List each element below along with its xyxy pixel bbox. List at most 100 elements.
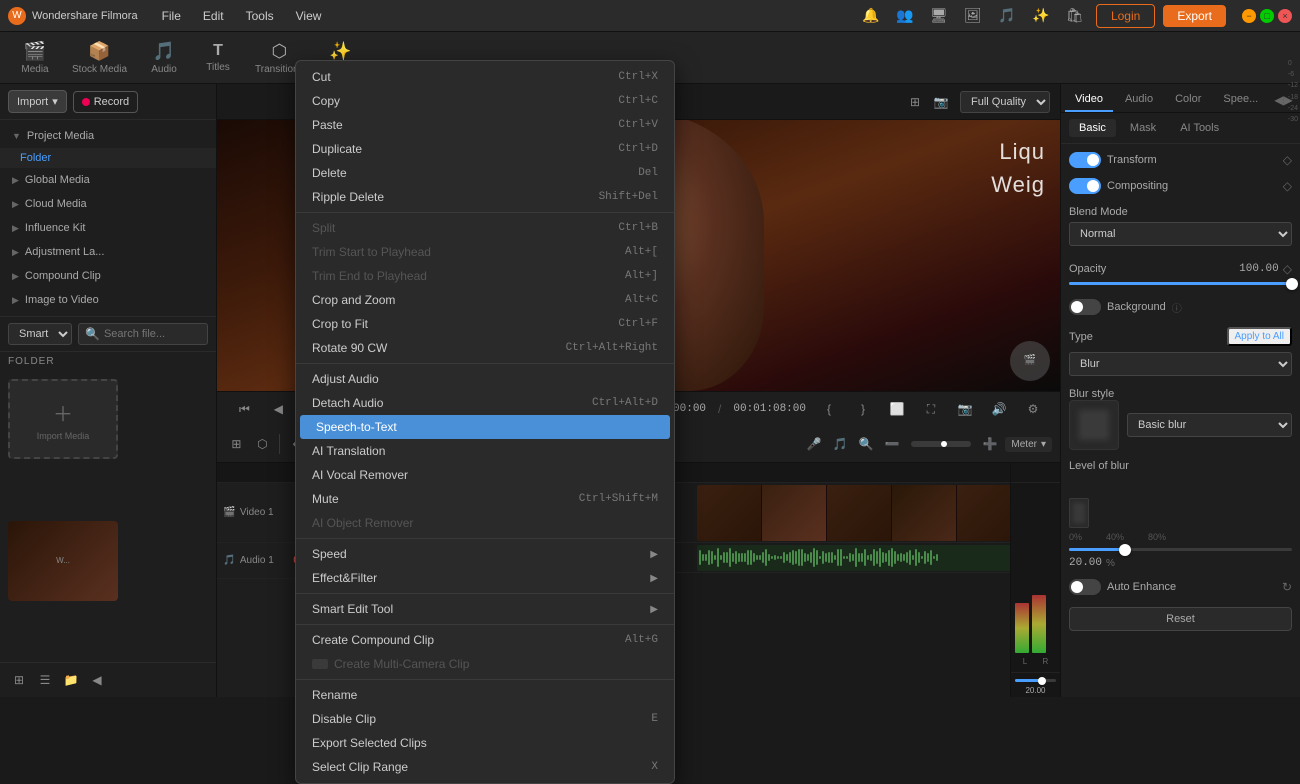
mic-icon[interactable]: 🎤 (803, 433, 825, 455)
minimize-button[interactable]: − (1242, 9, 1256, 23)
subtab-basic[interactable]: Basic (1069, 119, 1116, 137)
maximize-button[interactable]: □ (1260, 9, 1274, 23)
fit-screen-icon[interactable]: ⊞ (904, 91, 926, 113)
ctx-crop-fit[interactable]: Crop to Fit Ctrl+F (296, 312, 674, 336)
blur-style-select[interactable]: Basic blur Bokeh (1127, 413, 1292, 437)
meter-slider[interactable] (1015, 679, 1056, 682)
collapse-icon[interactable]: ◀ (86, 669, 108, 691)
audio-clip-2[interactable] (697, 545, 1010, 571)
ctx-ai-translation[interactable]: AI Translation (296, 439, 674, 463)
meter-toggle[interactable]: Meter ▾ (1005, 437, 1052, 452)
sidebar-folder-item[interactable]: Folder (0, 148, 216, 168)
ctx-ripple-delete[interactable]: Ripple Delete Shift+Del (296, 185, 674, 209)
export-button[interactable]: Export (1163, 5, 1226, 27)
zoom-slider[interactable] (911, 441, 971, 447)
ctx-adjust-audio[interactable]: Adjust Audio (296, 367, 674, 391)
tab-audio[interactable]: Audio (1115, 88, 1163, 112)
sidebar-item-image-to-video[interactable]: ▶ Image to Video (0, 288, 216, 312)
sidebar-item-adjustment-layer[interactable]: ▶ Adjustment La... (0, 240, 216, 264)
opacity-slider[interactable] (1069, 282, 1292, 285)
fullscreen-icon[interactable]: ⛶ (920, 398, 942, 420)
extract-icon[interactable]: ⬜ (886, 398, 908, 420)
background-info-icon[interactable]: ⓘ (1172, 300, 1182, 315)
apply-to-all-button[interactable]: Apply to All (1227, 327, 1292, 346)
tab-video[interactable]: Video (1065, 88, 1113, 112)
tab-speed[interactable]: Spee... (1213, 88, 1268, 112)
ctx-effect-filter[interactable]: Effect&Filter ▶ (296, 566, 674, 590)
background-toggle[interactable] (1069, 299, 1101, 315)
background-type-select[interactable]: Blur Color Image (1069, 352, 1292, 376)
effects-icon[interactable]: ✨ (1028, 3, 1054, 29)
ctx-ai-vocal-remover[interactable]: AI Vocal Remover (296, 463, 674, 487)
ctx-detach-audio[interactable]: Detach Audio Ctrl+Alt+D (296, 391, 674, 415)
frame-back-icon[interactable]: ◀ (267, 398, 289, 420)
media-thumbnail-1[interactable]: W... (8, 521, 118, 601)
gallery-icon[interactable]: 🖼 (960, 3, 986, 29)
blend-mode-select[interactable]: Normal Multiply Screen Overlay (1069, 222, 1292, 246)
auto-enhance-toggle[interactable] (1069, 579, 1101, 595)
screen-record-icon[interactable]: 🖥 (926, 3, 952, 29)
toolbar-media[interactable]: 🎬 Media (10, 37, 60, 79)
ctx-cut[interactable]: Cut Ctrl+X (296, 65, 674, 89)
toolbar-audio[interactable]: 🎵 Audio (139, 37, 189, 79)
ctx-delete[interactable]: Delete Del (296, 161, 674, 185)
list-view-icon[interactable]: ☰ (34, 669, 56, 691)
close-button[interactable]: × (1278, 9, 1292, 23)
ctx-speech-to-text[interactable]: Speech-to-Text (300, 415, 670, 439)
ctx-smart-edit[interactable]: Smart Edit Tool ▶ (296, 597, 674, 621)
minus-icon[interactable]: ➖ (881, 433, 903, 455)
ctx-paste[interactable]: Paste Ctrl+V (296, 113, 674, 137)
ctx-disable-clip[interactable]: Disable Clip E (296, 707, 674, 731)
compositing-expand-icon[interactable]: ◇ (1283, 179, 1292, 193)
ctx-copy[interactable]: Copy Ctrl+C (296, 89, 674, 113)
subtab-ai-tools[interactable]: AI Tools (1170, 119, 1229, 137)
camera-icon[interactable]: 📷 (954, 398, 976, 420)
video-clip-2[interactable] (697, 485, 1010, 541)
meter-slider-thumb[interactable] (1038, 677, 1046, 685)
menu-view[interactable]: View (286, 5, 332, 27)
menu-file[interactable]: File (152, 5, 191, 27)
sidebar-item-compound-clip[interactable]: ▶ Compound Clip (0, 264, 216, 288)
import-button[interactable]: Import ▾ (8, 90, 67, 113)
login-button[interactable]: Login (1096, 4, 1155, 28)
refresh-icon[interactable]: ↻ (1282, 580, 1292, 594)
ctx-create-compound[interactable]: Create Compound Clip Alt+G (296, 628, 674, 652)
ctx-select-range[interactable]: Select Clip Range X (296, 755, 674, 779)
mark-in-icon[interactable]: { (818, 398, 840, 420)
transform-expand-icon[interactable]: ◇ (1283, 153, 1292, 167)
add-media-button[interactable]: ＋ Import Media (8, 379, 118, 459)
settings-icon[interactable]: ⚙ (1022, 398, 1044, 420)
community-icon[interactable]: 👥 (892, 3, 918, 29)
ctx-export-selected[interactable]: Export Selected Clips (296, 731, 674, 755)
zoom-icon[interactable]: 🔍 (855, 433, 877, 455)
toolbar-stock-media[interactable]: 📦 Stock Media (64, 37, 135, 79)
add-track-icon[interactable]: ⊞ (225, 433, 247, 455)
add-folder-icon[interactable]: 📁 (60, 669, 82, 691)
record-button[interactable]: Record (73, 91, 138, 113)
toolbar-titles[interactable]: T Titles (193, 38, 243, 77)
compositing-toggle[interactable] (1069, 178, 1101, 194)
plus-icon[interactable]: ➕ (979, 433, 1001, 455)
grid-view-icon[interactable]: ⊞ (8, 669, 30, 691)
ctx-mute[interactable]: Mute Ctrl+Shift+M (296, 487, 674, 511)
audio-icon-tl[interactable]: 🎵 (829, 433, 851, 455)
blur-slider-thumb[interactable] (1119, 544, 1131, 556)
mark-out-icon[interactable]: } (852, 398, 874, 420)
timeline-settings-icon[interactable]: ⬡ (251, 433, 273, 455)
music-icon[interactable]: 🎵 (994, 3, 1020, 29)
snapshot-icon[interactable]: 📷 (930, 91, 952, 113)
go-start-icon[interactable]: ⏮ (233, 398, 255, 420)
opacity-slider-thumb[interactable] (1286, 278, 1298, 290)
menu-tools[interactable]: Tools (236, 5, 284, 27)
ctx-rotate[interactable]: Rotate 90 CW Ctrl+Alt+Right (296, 336, 674, 360)
ctx-duplicate[interactable]: Duplicate Ctrl+D (296, 137, 674, 161)
store-icon[interactable]: 🛍 (1062, 3, 1088, 29)
sidebar-item-global-media[interactable]: ▶ Global Media (0, 168, 216, 192)
quality-select[interactable]: Full Quality 1/2 Quality 1/4 Quality (960, 91, 1050, 113)
reset-button[interactable]: Reset (1069, 607, 1292, 631)
sidebar-item-project-media[interactable]: ▼ Project Media (0, 124, 216, 148)
opacity-expand-icon[interactable]: ◇ (1283, 262, 1292, 276)
menu-edit[interactable]: Edit (193, 5, 234, 27)
ctx-speed[interactable]: Speed ▶ (296, 542, 674, 566)
ctx-crop-zoom[interactable]: Crop and Zoom Alt+C (296, 288, 674, 312)
